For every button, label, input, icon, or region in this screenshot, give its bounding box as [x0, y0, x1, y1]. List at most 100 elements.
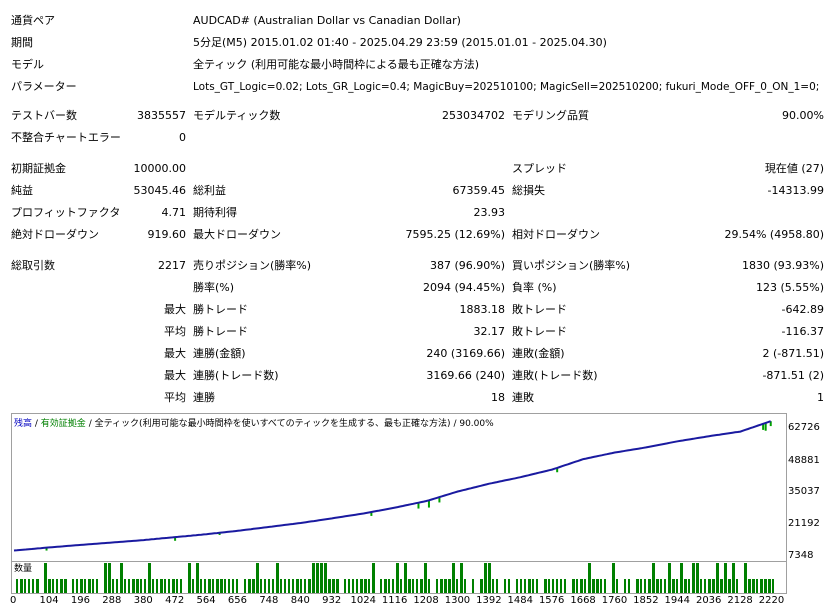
symbol-value: AUDCAD# (Australian Dollar vs Canadian D… [193, 14, 461, 27]
volume-bar [120, 563, 123, 593]
volume-bar [28, 579, 30, 593]
avg-win-label: 勝トレード [193, 325, 248, 338]
volume-bar [52, 579, 54, 593]
deposit-label: 初期証拠金 [11, 162, 66, 175]
volume-bar [348, 579, 350, 593]
largest-loss-label: 敗トレード [512, 303, 567, 316]
volume-bar [388, 579, 390, 593]
volume-bar [744, 563, 747, 593]
volume-bar [440, 579, 443, 593]
winrate-label: 勝率(%) [193, 281, 235, 294]
volume-bar [216, 579, 219, 593]
volume-bar [320, 563, 323, 593]
volume-bar [324, 563, 327, 593]
volume-bar [480, 579, 483, 593]
volume-chart-svg [16, 563, 774, 593]
volume-bar [496, 579, 498, 593]
volume-bar [592, 579, 595, 593]
volume-bar [676, 579, 678, 593]
volume-bar [416, 579, 418, 593]
volume-bar [580, 579, 583, 593]
volume-bar [384, 579, 387, 593]
chart-legend: 残高 / 有効証拠金 / 全ティック(利用可能な最小時間枠を使いすべてのティック… [14, 416, 494, 429]
volume-bar [72, 579, 74, 593]
volume-chart [11, 561, 787, 594]
volume-bar [236, 579, 238, 593]
volume-bar [648, 579, 651, 593]
x-tick: 1392 [476, 595, 502, 606]
x-tick: 1208 [413, 595, 439, 606]
legend-model: 全ティック(利用可能な最小時間枠を使いすべてのティックを生成する、最も正確な方法… [94, 419, 451, 429]
volume-bar [604, 579, 606, 593]
volume-bar [664, 579, 666, 593]
consec-wins-cnt-value: 3169.66 (240) [426, 369, 505, 382]
gross-profit-value: 67359.45 [452, 184, 506, 197]
volume-bar [488, 563, 491, 593]
volume-bar [136, 579, 139, 593]
volume-bar [600, 579, 602, 593]
volume-bar [172, 579, 175, 593]
ticks-value: 253034702 [442, 109, 505, 122]
volume-bar [768, 579, 771, 593]
volume-bar [204, 579, 206, 593]
legend-balance: 残高 [14, 419, 33, 429]
volume-bar [528, 579, 531, 593]
volume-bar [684, 579, 687, 593]
volume-bar [84, 579, 86, 593]
params-label: パラメーター [11, 80, 77, 93]
consec-loss-cnt-value: -871.51 (2) [762, 369, 824, 382]
volume-bar [200, 579, 202, 593]
period-value: 5分足(M5) 2015.01.02 01:40 - 2025.04.29 23… [193, 36, 607, 49]
volume-bar [560, 579, 562, 593]
y-tick: 7348 [788, 550, 814, 561]
volume-bar [248, 579, 251, 593]
volume-bar [572, 579, 575, 593]
period-label: 期間 [11, 36, 33, 49]
volume-bar [108, 563, 111, 593]
bars-label: テストバー数 [11, 109, 77, 122]
volume-bar [124, 579, 126, 593]
volume-bar [588, 563, 591, 593]
volume-bar [660, 579, 662, 593]
volume-bar [532, 579, 534, 593]
volume-bar [428, 579, 430, 593]
volume-bar [260, 579, 262, 593]
short-value: 387 (96.90%) [429, 259, 505, 272]
lossrate-value: 123 (5.55%) [755, 281, 824, 294]
quality-label: モデリング品質 [512, 109, 589, 122]
volume-bar [144, 579, 146, 593]
expected-value: 23.93 [473, 206, 506, 219]
volume-bar [344, 579, 346, 593]
volume-bar [596, 579, 599, 593]
volume-bar [688, 579, 690, 593]
volume-bar [752, 579, 755, 593]
volume-bar [316, 563, 319, 593]
volume-bar [696, 563, 699, 593]
trades-value: 2217 [158, 259, 186, 272]
volume-bar [628, 579, 630, 593]
volume-bar [148, 563, 151, 593]
max-dd-value: 7595.25 (12.69%) [405, 228, 505, 241]
gross-profit-label: 総利益 [193, 184, 226, 197]
ticks-label: モデルティック数 [193, 109, 281, 122]
volume-bar [300, 579, 302, 593]
volume-bar [332, 579, 335, 593]
volume-bar [724, 563, 727, 593]
avg-win-value: 32.17 [473, 325, 506, 338]
legend-equity: 有効証拠金 [40, 419, 86, 429]
volume-bar [188, 563, 191, 593]
volume-bar [232, 579, 234, 593]
volume-bar [420, 579, 423, 593]
volume-bar [304, 579, 306, 593]
y-tick: 35037 [788, 486, 820, 497]
volume-bar [224, 579, 226, 593]
volume-bar [36, 579, 39, 593]
volume-bar [380, 579, 382, 593]
volume-bar [644, 579, 646, 593]
y-tick: 21192 [788, 518, 820, 529]
volume-bar [32, 579, 34, 593]
gross-loss-value: -14313.99 [767, 184, 824, 197]
volume-bar [456, 579, 458, 593]
volume-bar [160, 579, 163, 593]
volume-bar [152, 579, 154, 593]
